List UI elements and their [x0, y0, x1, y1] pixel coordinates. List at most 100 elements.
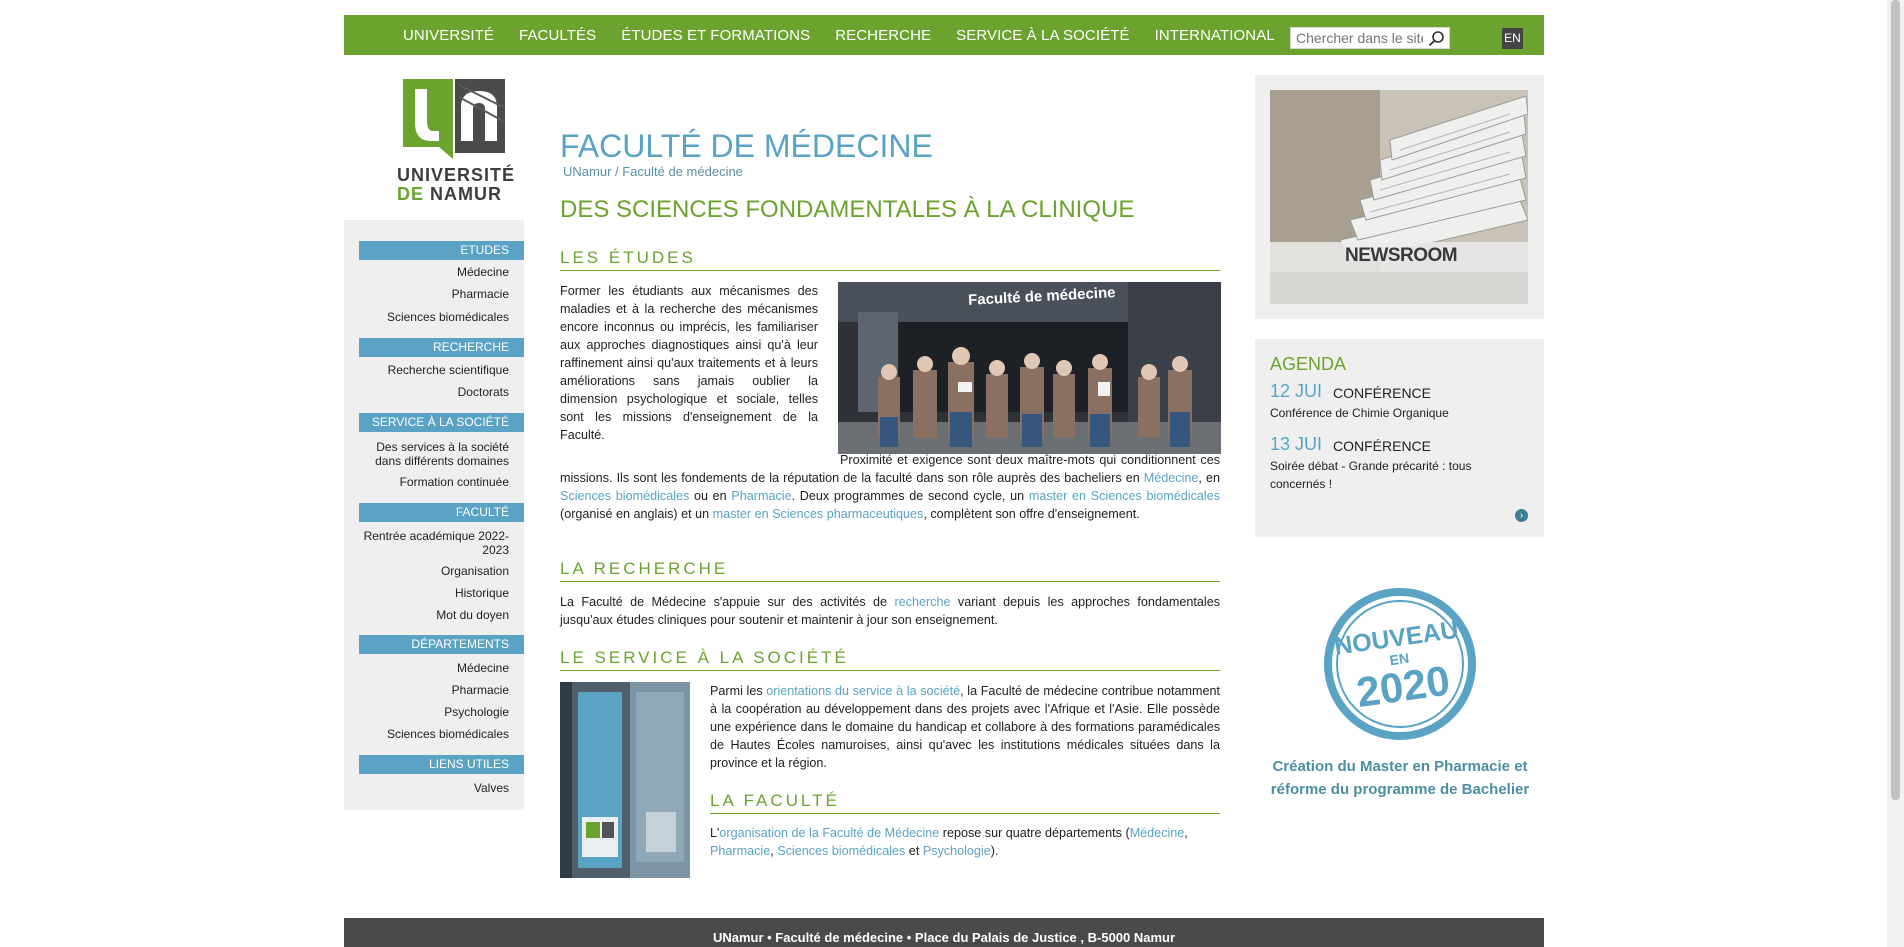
newsroom-banner[interactable]: NEWSROOM: [1270, 90, 1528, 304]
nav-universite[interactable]: UNIVERSITÉ: [403, 27, 494, 44]
language-switch-button[interactable]: EN: [1502, 28, 1523, 49]
search-icon[interactable]: [1428, 30, 1445, 47]
sidebar-link-rentree-academique[interactable]: Rentrée académique 2022-2023: [359, 529, 509, 557]
sidebar-heading-liens-utiles[interactable]: LIENS UTILES: [359, 755, 524, 774]
recherche-paragraph: La Faculté de Médecine s'appuie sur des …: [560, 593, 1220, 629]
link-master-sciences-biomedicales[interactable]: master en Sciences biomédicales: [1029, 489, 1220, 503]
agenda-event-1-category: CONFÉRENCE: [1333, 385, 1432, 401]
sidebar-heading-departements[interactable]: DÉPARTEMENTS: [359, 635, 524, 654]
link-dept-psychologie[interactable]: Psychologie: [923, 844, 991, 858]
main-menu: UNIVERSITÉ FACULTÉS ÉTUDES ET FORMATIONS…: [403, 15, 1300, 55]
sidebar-heading-faculte[interactable]: FACULTÉ: [359, 503, 524, 522]
left-sidebar: ETUDES Médecine Pharmacie Sciences biomé…: [344, 220, 524, 810]
top-navigation: UNIVERSITÉ FACULTÉS ÉTUDES ET FORMATIONS…: [344, 15, 1544, 55]
newsroom-box: NEWSROOM: [1255, 75, 1544, 319]
nav-international[interactable]: INTERNATIONAL: [1155, 27, 1275, 44]
faculty-entrance-photo: Faculté de médecine: [838, 282, 1221, 454]
etudes-text-c: ou en: [689, 489, 732, 503]
link-dept-medecine[interactable]: Médecine: [1130, 826, 1185, 840]
page-title: FACULTÉ DE MÉDECINE: [560, 128, 933, 164]
sidebar-link-sciences-biomedicales[interactable]: Sciences biomédicales: [359, 310, 509, 324]
sidebar-link-doctorats[interactable]: Doctorats: [359, 385, 509, 399]
students-photo-illustration: [838, 282, 1221, 454]
link-recherche[interactable]: recherche: [894, 595, 950, 609]
etudes-paragraph-2: Proximité et exigence sont deux maître-m…: [560, 451, 1220, 523]
sidebar-link-medecine[interactable]: Médecine: [359, 265, 509, 279]
sidebar-link-organisation[interactable]: Organisation: [359, 564, 509, 578]
nav-service-societe[interactable]: SERVICE À LA SOCIÉTÉ: [956, 27, 1129, 44]
agenda-event-2-title[interactable]: Soirée débat - Grande précarité : tous c…: [1270, 457, 1485, 493]
faculte-text-f: ).: [990, 844, 999, 858]
agenda-event-1-title[interactable]: Conférence de Chimie Organique: [1270, 404, 1485, 422]
nav-recherche[interactable]: RECHERCHE: [835, 27, 931, 44]
agenda-heading: AGENDA: [1270, 354, 1347, 374]
sidebar-heading-recherche[interactable]: RECHERCHE: [359, 338, 524, 357]
newspaper-stack-illustration: [1270, 90, 1528, 304]
faculte-text-e: et: [905, 844, 923, 858]
link-sciences-biomedicales[interactable]: Sciences biomédicales: [560, 489, 689, 503]
breadcrumb[interactable]: UNamur / Faculté de médecine: [563, 164, 743, 179]
etudes-text-f: , complètent son offre d'enseignement.: [923, 507, 1140, 521]
promo-master-pharmacie-link[interactable]: Création du Master en Pharmacie et réfor…: [1270, 755, 1530, 801]
nav-etudes-formations[interactable]: ÉTUDES ET FORMATIONS: [621, 27, 810, 44]
agenda-event-1-date: 12 JUI: [1270, 381, 1323, 401]
link-orientations-service-societe[interactable]: orientations du service à la société: [766, 684, 960, 698]
sidebar-heading-etudes[interactable]: ETUDES: [359, 241, 524, 260]
section-heading-service: LE SERVICE À LA SOCIÉTÉ: [560, 648, 1220, 671]
link-organisation-faculte[interactable]: organisation de la Faculté de Médecine: [719, 826, 939, 840]
unamur-logo-mark: [403, 79, 505, 159]
sidebar-heading-service[interactable]: SERVICE À LA SOCIÉTÉ: [359, 413, 524, 432]
page-subtitle: DES SCIENCES FONDAMENTALES À LA CLINIQUE: [560, 196, 1135, 223]
etudes-text-e: (organisé en anglais) et un: [560, 507, 713, 521]
link-dept-pharmacie[interactable]: Pharmacie: [710, 844, 770, 858]
sidebar-link-recherche-scientifique[interactable]: Recherche scientifique: [359, 363, 509, 377]
page-scrollbar[interactable]: [1887, 0, 1904, 947]
agenda-box: AGENDA 12 JUI CONFÉRENCE Conférence de C…: [1255, 339, 1544, 537]
sidebar-link-mot-du-doyen[interactable]: Mot du doyen: [359, 608, 509, 622]
logo-text-universite: UNIVERSITÉ: [397, 165, 516, 185]
etudes-text-d: . Deux programmes de second cycle, un: [791, 489, 1029, 503]
link-medecine[interactable]: Médecine: [1144, 471, 1199, 485]
sidebar-link-dept-psychologie[interactable]: Psychologie: [359, 705, 509, 719]
stamp-text-year: 2020: [1354, 657, 1453, 717]
section-heading-recherche: LA RECHERCHE: [560, 559, 1220, 582]
logo-text-de-namur: DE NAMUR: [397, 184, 502, 205]
sidebar-link-dept-pharmacie[interactable]: Pharmacie: [359, 683, 509, 697]
footer: UNamur • Faculté de médecine • Place du …: [344, 918, 1544, 947]
service-text-a: Parmi les: [710, 684, 767, 698]
sidebar-link-dept-medecine[interactable]: Médecine: [359, 661, 509, 675]
scrollbar-thumb[interactable]: [1891, 0, 1900, 800]
building-banner-illustration: [560, 682, 690, 878]
search-input[interactable]: [1291, 28, 1423, 48]
link-dept-sciences-biomedicales[interactable]: Sciences biomédicales: [777, 844, 905, 858]
sidebar-link-pharmacie[interactable]: Pharmacie: [359, 287, 509, 301]
nouveau-2020-stamp[interactable]: NOUVEAU EN 2020: [1320, 584, 1480, 744]
nav-facultes[interactable]: FACULTÉS: [519, 27, 596, 44]
sidebar-link-services-societe[interactable]: Des services à la société dans différent…: [359, 440, 509, 468]
sidebar-link-valves[interactable]: Valves: [359, 781, 509, 795]
faculty-banner-photo: [560, 682, 690, 878]
agenda-event-2-date: 13 JUI: [1270, 434, 1323, 454]
link-pharmacie[interactable]: Pharmacie: [731, 489, 791, 503]
search-box: [1290, 27, 1450, 49]
recherche-text-a: La Faculté de Médecine s'appuie sur des …: [560, 595, 895, 609]
faculte-text-a: L': [710, 826, 720, 840]
faculte-text-c: ,: [1184, 826, 1188, 840]
sidebar-link-dept-sciences-biomedicales[interactable]: Sciences biomédicales: [359, 727, 509, 741]
sidebar-link-formation-continuee[interactable]: Formation continuée: [359, 475, 509, 489]
newsroom-label: NEWSROOM: [1345, 245, 1458, 266]
logo-text-namur: NAMUR: [430, 184, 503, 204]
etudes-paragraph-1: Former les étudiants aux mécanismes des …: [560, 284, 818, 442]
university-logo[interactable]: UNIVERSITÉ DE NAMUR: [396, 77, 516, 205]
link-master-sciences-pharmaceutiques[interactable]: master en Sciences pharmaceutiques: [713, 507, 924, 521]
sidebar-link-historique[interactable]: Historique: [359, 586, 509, 600]
section-heading-faculte: LA FACULTÉ: [710, 791, 1220, 814]
section-heading-etudes: LES ÉTUDES: [560, 248, 1220, 271]
agenda-event-2-category: CONFÉRENCE: [1333, 438, 1432, 454]
faculte-paragraph: L'organisation de la Faculté de Médecine…: [710, 824, 1220, 860]
service-paragraph: Parmi les orientations du service à la s…: [710, 682, 1220, 772]
logo-text-de: DE: [397, 184, 425, 204]
agenda-more-arrow-icon[interactable]: ›: [1515, 509, 1528, 522]
photo-float-spacer: [560, 451, 840, 469]
faculte-text-b: repose sur quatre départements (: [939, 826, 1130, 840]
